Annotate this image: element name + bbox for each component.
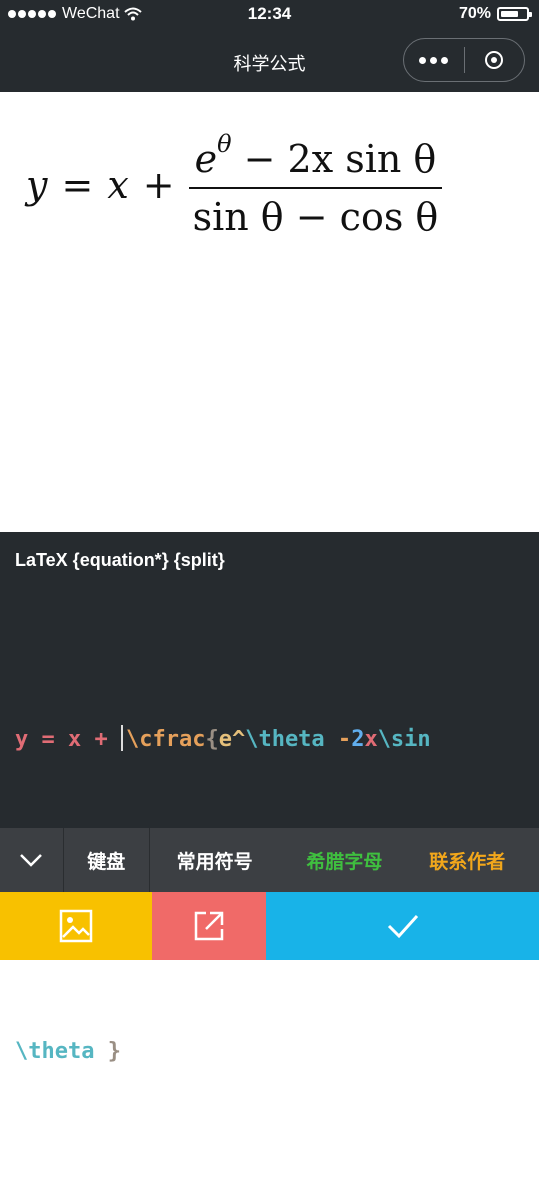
editor-mode-label: LaTeX {equation*} {split} [15, 550, 225, 570]
tab-keyboard[interactable]: 键盘 [64, 828, 150, 892]
code-token: y = x + [15, 727, 121, 752]
code-token: 2 [351, 727, 365, 752]
formula-plus: + [142, 162, 175, 207]
tab-greek-letters[interactable]: 希腊字母 [279, 828, 409, 892]
code-token: } [94, 1039, 121, 1064]
share-icon [194, 911, 224, 941]
numerator-rest: − 2x sin θ [231, 137, 437, 181]
code-token: \cfrac [125, 727, 206, 752]
tab-common-symbols[interactable]: 常用符号 [150, 828, 280, 892]
code-token: e^ [218, 727, 246, 752]
nav-bar: 科学公式 [0, 30, 539, 92]
code-token: x [364, 727, 378, 752]
code-token: \theta [245, 727, 325, 752]
close-miniprogram-button[interactable] [464, 51, 524, 69]
status-bar: WeChat 12:34 70% [0, 0, 539, 30]
more-menu-icon[interactable] [404, 56, 464, 64]
text-cursor [120, 725, 123, 751]
checkmark-icon [387, 914, 418, 939]
action-bar [0, 892, 539, 960]
tab-contact-author[interactable]: 联系作者 [409, 828, 539, 892]
code-line-1: y = x + \cfrac{e^\theta -2x\sin [15, 714, 431, 766]
formula-lhs: y [26, 162, 48, 207]
miniprogram-capsule [403, 38, 525, 82]
done-button[interactable] [266, 892, 539, 960]
code-token: - [324, 727, 352, 752]
save-image-button[interactable] [0, 892, 152, 960]
fraction-denominator: sin θ − cos θ [192, 195, 439, 239]
latex-editor[interactable]: LaTeX {equation*} {split} y = x + \cfrac… [0, 532, 539, 1064]
battery-group: 70% [458, 5, 532, 23]
battery-percent: 70% [458, 5, 491, 22]
keyboard-toolbar: 键盘 常用符号 希腊字母 联系作者 [0, 828, 539, 892]
numerator-exponent: θ [217, 130, 232, 158]
image-icon [59, 909, 93, 943]
collapse-keyboard-button[interactable] [0, 828, 64, 892]
code-token: \sin [377, 727, 431, 752]
formula-equals: = [61, 162, 94, 207]
battery-icon [497, 7, 532, 21]
target-icon [485, 51, 504, 69]
formula-preview: y = x + eθ − 2x sin θ sin θ − cos θ [0, 92, 539, 532]
code-token: { [205, 727, 219, 752]
code-line-3: \theta } [15, 1026, 431, 1078]
rendered-formula: y = x + eθ − 2x sin θ sin θ − cos θ [26, 130, 443, 239]
formula-fraction: eθ − 2x sin θ sin θ − cos θ [188, 130, 443, 239]
share-button[interactable] [152, 892, 266, 960]
chevron-down-icon [20, 854, 43, 867]
formula-x: x [107, 162, 129, 207]
fraction-bar [188, 187, 443, 189]
code-token: \theta [15, 1039, 95, 1064]
fraction-numerator: eθ − 2x sin θ [191, 130, 441, 181]
numerator-base: e [194, 137, 218, 181]
